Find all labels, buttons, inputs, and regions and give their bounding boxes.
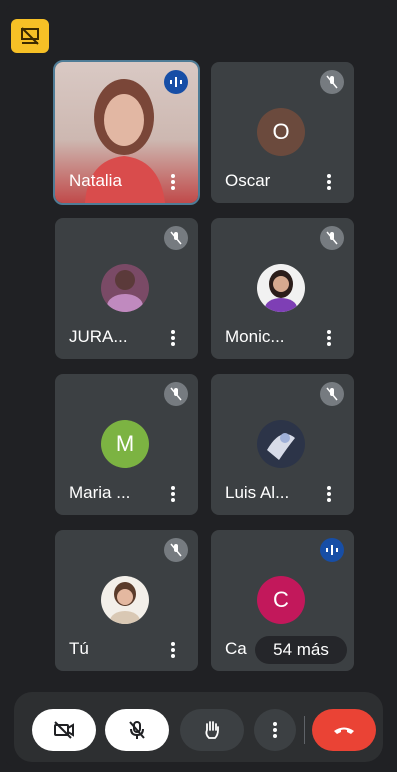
audio-wave-icon [170,77,182,87]
avatar [257,264,305,312]
muted-indicator [164,226,188,250]
profile-photo [267,433,295,460]
mic-off-icon [170,543,182,557]
mic-off-icon [326,387,338,401]
more-participants-pill[interactable]: 54 más [255,636,347,664]
more-vert-icon [327,486,331,502]
participant-name: Oscar [225,171,271,190]
leave-call-button[interactable] [312,709,376,751]
muted-indicator [320,70,344,94]
participant-more-button[interactable] [166,329,180,347]
mic-off-button[interactable] [105,709,169,751]
participant-more-button[interactable] [322,173,336,191]
speaking-indicator [164,70,188,94]
more-vert-icon [171,486,175,502]
more-vert-icon [171,174,175,190]
more-participants-label: 54 más [273,640,329,659]
participant-tile-self[interactable]: Tú [55,530,198,671]
muted-indicator [320,382,344,406]
more-vert-icon [327,174,331,190]
mic-off-icon [170,387,182,401]
avatar [257,420,305,468]
more-vert-icon [273,722,277,738]
avatar-letter: M [115,431,135,456]
avatar-letter: O [272,119,290,144]
mic-off-icon [326,231,338,245]
avatar: O [257,108,305,156]
participant-more-button[interactable] [166,641,180,659]
profile-photo [107,270,143,312]
avatar: C [257,576,305,624]
avatar-letter: C [273,587,289,612]
participant-name: Ca [225,639,247,658]
profile-photo [265,270,297,312]
participant-tile-natalia[interactable]: Natalia [53,60,200,205]
hand-icon [205,721,219,739]
presentation-off-badge[interactable] [11,19,49,53]
more-options-button[interactable] [254,709,296,751]
presentation-off-icon [21,27,39,45]
participant-name: JURA... [69,327,128,346]
phone-hangup-icon [334,727,354,734]
participant-more-button[interactable] [166,485,180,503]
camera-off-icon [54,721,74,739]
participant-more-button[interactable] [322,329,336,347]
toolbar-divider [304,716,305,744]
participant-more-button[interactable] [166,173,180,191]
raise-hand-button[interactable] [180,709,244,751]
more-vert-icon [327,330,331,346]
call-controls-toolbar [14,692,383,762]
participant-tile-maria[interactable]: M Maria ... [55,374,198,515]
mic-off-icon [129,721,145,739]
mic-off-icon [170,231,182,245]
avatar [101,264,149,312]
audio-wave-icon [326,545,338,555]
muted-indicator [164,538,188,562]
muted-indicator [320,226,344,250]
participant-more-button[interactable] [322,485,336,503]
speaking-indicator [320,538,344,562]
avatar [101,576,149,624]
mic-off-icon [326,75,338,89]
profile-photo [110,582,140,624]
participant-name: Tú [69,639,89,658]
participant-name: Luis Al... [225,483,290,502]
participant-tile-oscar[interactable]: O Oscar [211,62,354,203]
participant-tile-monica[interactable]: Monic... [211,218,354,359]
camera-off-button[interactable] [32,709,96,751]
participant-tile-luis[interactable]: Luis Al... [211,374,354,515]
more-vert-icon [171,330,175,346]
participant-name: Maria ... [69,483,131,502]
participant-tile-jura[interactable]: JURA... [55,218,198,359]
muted-indicator [164,382,188,406]
participant-name: Natalia [69,171,122,190]
avatar: M [101,420,149,468]
more-vert-icon [171,642,175,658]
participant-name: Monic... [225,327,285,346]
